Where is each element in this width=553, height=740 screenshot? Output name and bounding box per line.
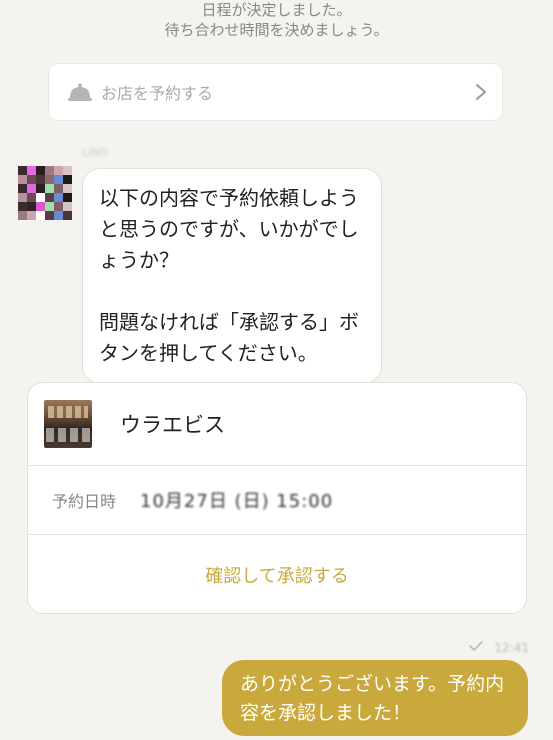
system-message: 日程が決定しました。 待ち合わせ時間を決めましょう。 (0, 0, 553, 40)
reservation-date-row: 予約日時 10月27日 (日) 15:00 (28, 466, 526, 535)
reservation-shop-row: ウラエビス (28, 383, 526, 466)
incoming-message-bubble: 以下の内容で予約依頼しようと思うのですが、いかがでしょうか？ 問題なければ「承認… (82, 168, 382, 384)
outgoing-message-bubble: ありがとうございます。予約内容を承認しました！ (222, 660, 528, 736)
system-message-line2: 待ち合わせ時間を決めましょう。 (164, 21, 389, 39)
reserve-restaurant-button[interactable]: お店を予約する (48, 63, 503, 121)
reserve-label: お店を予約する (101, 84, 214, 103)
message-time: 12:41 (494, 640, 529, 655)
chevron-right-icon (474, 82, 488, 102)
date-label: 予約日時 (52, 492, 117, 511)
message-meta: 12:41 (468, 640, 529, 655)
shop-thumbnail (44, 400, 92, 448)
checkmark-icon (468, 640, 484, 655)
approve-button[interactable]: 確認して承認する (28, 535, 526, 613)
bell-icon (67, 82, 93, 102)
date-value: 10月27日 (日) 15:00 (140, 491, 334, 512)
avatar[interactable] (18, 166, 72, 220)
reservation-card: ウラエビス 予約日時 10月27日 (日) 15:00 確認して承認する (27, 382, 527, 614)
shop-name: ウラエビス (120, 413, 225, 437)
system-message-line1: 日程が決定しました。 (201, 1, 352, 19)
sender-name: LINO (82, 146, 109, 159)
